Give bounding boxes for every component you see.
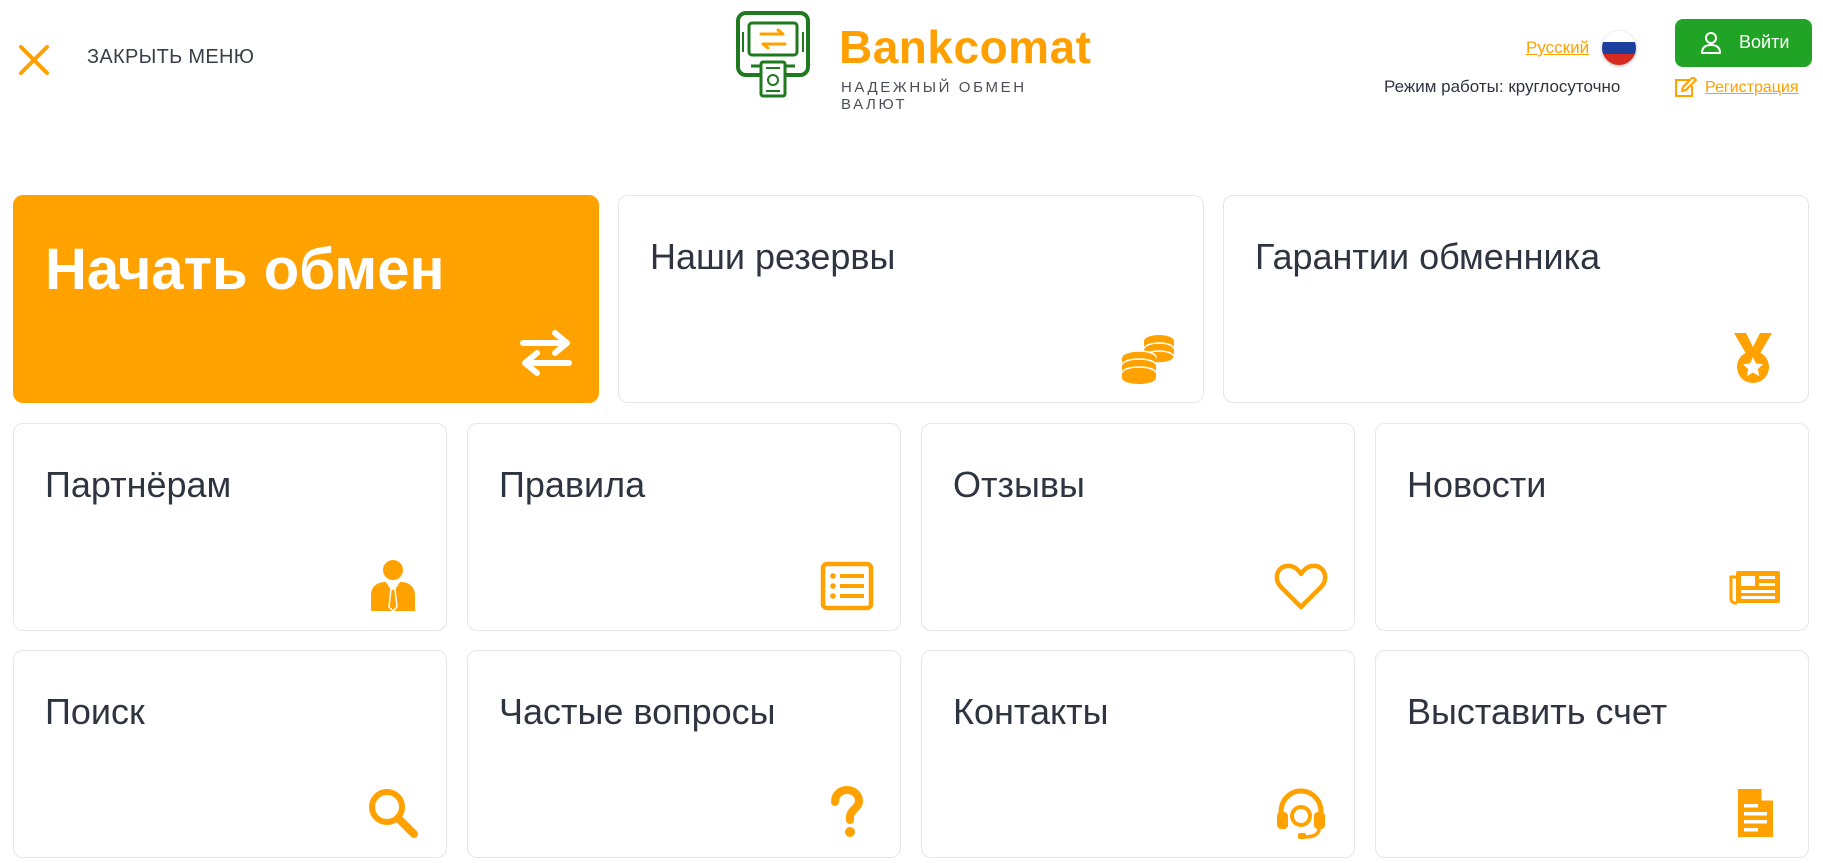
russia-flag-icon[interactable] bbox=[1602, 31, 1636, 65]
tile-label: Новости bbox=[1407, 464, 1547, 505]
tile-search[interactable]: Поиск bbox=[13, 650, 447, 858]
newspaper-icon bbox=[1729, 571, 1780, 605]
medal-icon bbox=[1734, 333, 1772, 383]
invoice-icon bbox=[1738, 789, 1773, 837]
close-menu-label[interactable]: ЗАКРЫТЬ МЕНЮ bbox=[87, 46, 254, 69]
tile-label: Поиск bbox=[45, 691, 145, 732]
user-icon bbox=[1701, 32, 1721, 54]
search-icon bbox=[369, 789, 418, 838]
heart-icon bbox=[1274, 563, 1328, 610]
headset-icon bbox=[1277, 788, 1325, 839]
tile-rules[interactable]: Правила bbox=[467, 423, 901, 631]
header: ЗАКРЫТЬ МЕНЮ Bankcomat НАДЕЖНЫЙ ОБМЕН ВА… bbox=[0, 0, 1823, 120]
tile-label: Правила bbox=[499, 464, 646, 505]
tile-label: Гарантии обменника bbox=[1255, 236, 1601, 277]
tile-reserves[interactable]: Наши резервы bbox=[618, 195, 1204, 403]
logo[interactable]: Bankcomat НАДЕЖНЫЙ ОБМЕН ВАЛЮТ bbox=[735, 10, 1095, 113]
tile-label: Контакты bbox=[953, 691, 1109, 732]
tile-guarantees[interactable]: Гарантии обменника bbox=[1223, 195, 1809, 403]
tile-news[interactable]: Новости bbox=[1375, 423, 1809, 631]
exchange-arrows-icon bbox=[520, 330, 572, 376]
edit-icon bbox=[1675, 77, 1697, 97]
rules-list-icon bbox=[820, 561, 874, 611]
login-button[interactable]: Войти bbox=[1675, 19, 1812, 67]
tile-label: Начать обмен bbox=[45, 237, 445, 302]
tile-start-exchange[interactable]: Начать обмен bbox=[13, 195, 599, 403]
register-link[interactable]: Регистрация bbox=[1705, 79, 1799, 97]
tile-reviews[interactable]: Отзывы bbox=[921, 423, 1355, 631]
coins-icon bbox=[1121, 335, 1175, 384]
tile-label: Партнёрам bbox=[45, 464, 232, 505]
logo-tagline: НАДЕЖНЫЙ ОБМЕН ВАЛЮТ bbox=[841, 79, 1027, 113]
question-icon bbox=[831, 786, 864, 837]
tile-label: Отзывы bbox=[953, 464, 1085, 505]
tile-label: Наши резервы bbox=[650, 236, 896, 277]
partner-person-icon bbox=[371, 560, 415, 613]
tile-faq[interactable]: Частые вопросы bbox=[467, 650, 901, 858]
language-link[interactable]: Русский bbox=[1526, 38, 1589, 58]
tile-invoice[interactable]: Выставить счет bbox=[1375, 650, 1809, 858]
tile-partners[interactable]: Партнёрам bbox=[13, 423, 447, 631]
atm-logo-icon bbox=[735, 10, 811, 98]
tile-label: Частые вопросы bbox=[499, 691, 776, 732]
login-label: Войти bbox=[1739, 32, 1790, 52]
logo-name: Bankcomat bbox=[839, 21, 1092, 73]
tile-contacts[interactable]: Контакты bbox=[921, 650, 1355, 858]
working-hours: Режим работы: круглосуточно bbox=[1384, 77, 1621, 96]
tile-label: Выставить счет bbox=[1407, 691, 1668, 732]
close-menu-icon[interactable] bbox=[14, 40, 54, 80]
